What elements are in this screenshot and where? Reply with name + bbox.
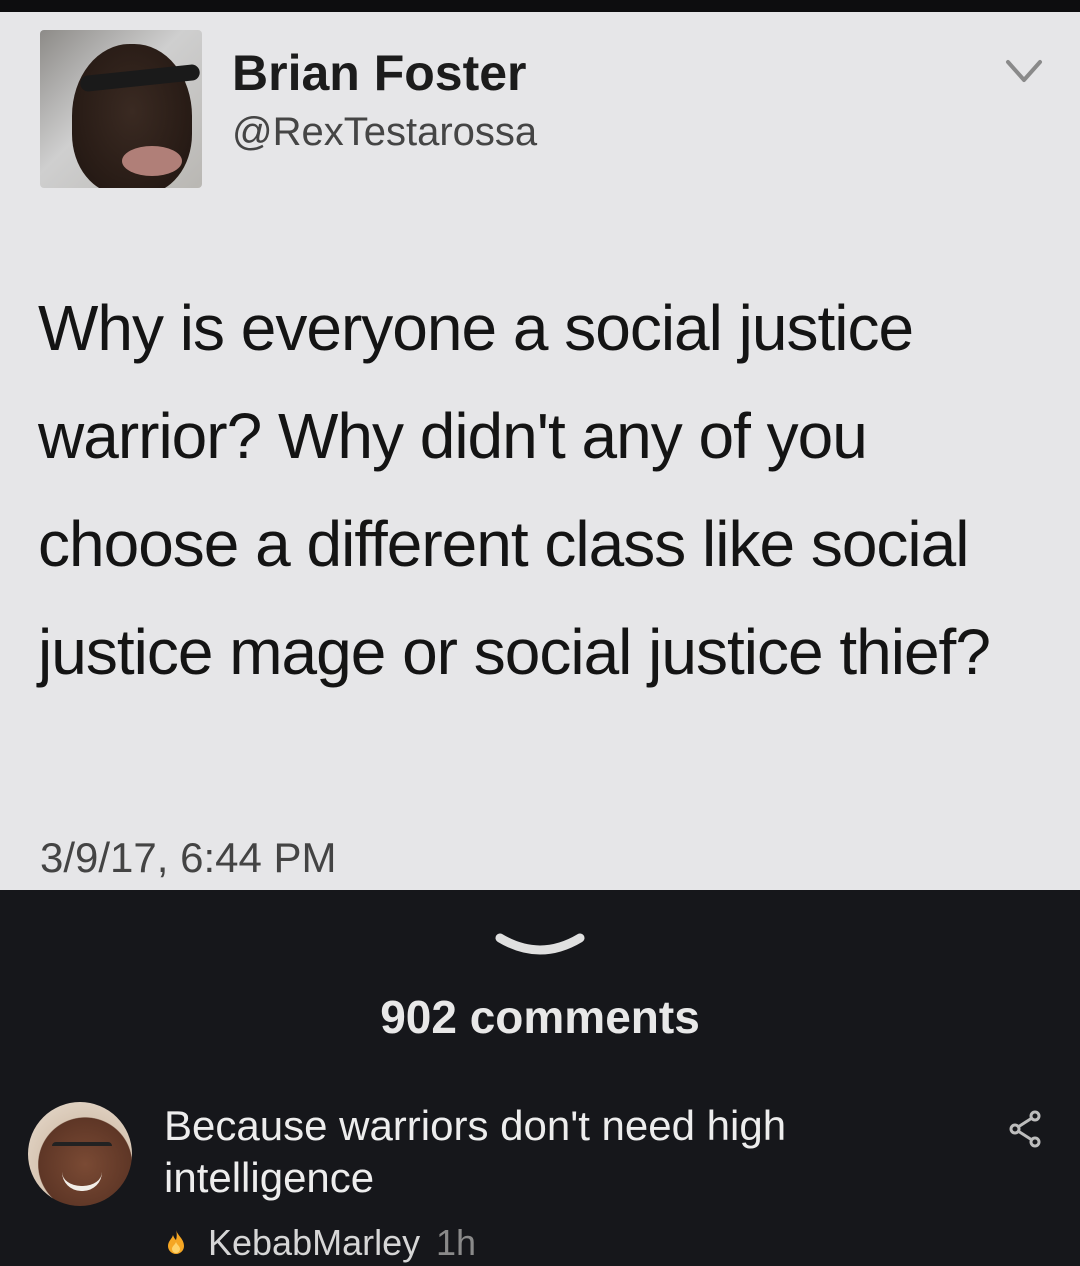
share-icon[interactable]	[1008, 1110, 1042, 1148]
comments-count[interactable]: 902 comments	[0, 990, 1080, 1044]
tweet-author-avatar	[40, 30, 202, 188]
top-status-strip	[0, 0, 1080, 12]
chevron-down-icon[interactable]	[494, 926, 586, 966]
comment-text: Because warriors don't need high intelli…	[164, 1102, 787, 1201]
comment-username[interactable]: KebabMarley	[208, 1222, 420, 1264]
tweet-author-handle: @RexTestarossa	[232, 110, 538, 154]
tweet-text: Why is everyone a social justice warrior…	[38, 292, 991, 688]
tweet-author-name: Brian Foster	[232, 45, 527, 101]
flame-icon	[168, 1230, 184, 1254]
tweet-timestamp: 3/9/17, 6:44 PM	[40, 834, 337, 881]
tweet-screenshot: Brian Foster @RexTestarossa Why is every…	[0, 12, 1080, 890]
commenter-avatar[interactable]	[28, 1102, 132, 1206]
chevron-down-icon	[1006, 60, 1042, 82]
comment-age: 1h	[436, 1222, 477, 1263]
